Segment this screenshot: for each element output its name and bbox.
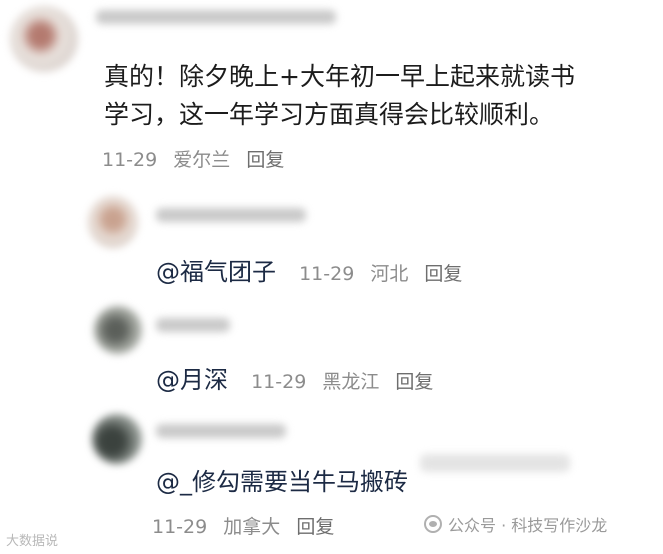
username-blurred[interactable] <box>156 318 230 332</box>
avatar[interactable] <box>92 414 142 464</box>
reply-date: 11-29 <box>152 516 208 538</box>
mention-link[interactable]: @_修勾需要当牛马搬砖 <box>156 468 408 496</box>
comment-line-1: 真的！除夕晚上+大年初一早上起来就读书 <box>104 62 575 91</box>
avatar[interactable] <box>94 306 142 354</box>
avatar[interactable] <box>88 196 138 248</box>
reply-button[interactable]: 回复 <box>246 149 284 171</box>
reply-meta: 11-29 河北 回复 <box>299 263 462 285</box>
reply-date: 11-29 <box>299 263 355 285</box>
reply-item: @月深 11-29 黑龙江 回复 <box>156 360 433 395</box>
reply-button[interactable]: 回复 <box>296 516 334 538</box>
username-blurred[interactable] <box>156 424 286 438</box>
watermark-left: 大数据说 <box>6 534 59 549</box>
username-blurred[interactable] <box>96 10 336 24</box>
watermark-right-text: 公众号 · 科技写作沙龙 <box>448 516 608 535</box>
comment-location: 爱尔兰 <box>173 149 231 171</box>
blurred-tag <box>420 454 570 472</box>
comment-date: 11-29 <box>102 149 158 171</box>
comment-line-2: 学习，这一年学习方面真得会比较顺利。 <box>104 100 555 129</box>
reply-meta: 11-29 加拿大 回复 <box>152 512 334 539</box>
reply-button[interactable]: 回复 <box>424 263 462 285</box>
mention-link[interactable]: @月深 <box>156 366 228 394</box>
reply-location: 黑龙江 <box>322 371 380 393</box>
avatar[interactable] <box>10 6 78 72</box>
watermark-right: 公众号 · 科技写作沙龙 <box>424 512 607 536</box>
reply-date: 11-29 <box>251 371 307 393</box>
comment-meta: 11-29 爱尔兰 回复 <box>102 145 284 172</box>
reply-button[interactable]: 回复 <box>395 371 433 393</box>
reply-location: 加拿大 <box>223 516 281 538</box>
comment-text: 真的！除夕晚上+大年初一早上起来就读书 学习，这一年学习方面真得会比较顺利。 <box>104 58 575 134</box>
mention-link[interactable]: @福气团子 <box>156 258 276 286</box>
reply-meta: 11-29 黑龙江 回复 <box>251 371 433 393</box>
reply-item: @_修勾需要当牛马搬砖 <box>156 462 408 497</box>
username-blurred[interactable] <box>156 208 306 222</box>
reply-item: @福气团子 11-29 河北 回复 <box>156 252 462 287</box>
wechat-icon <box>424 515 442 533</box>
reply-location: 河北 <box>370 263 409 285</box>
